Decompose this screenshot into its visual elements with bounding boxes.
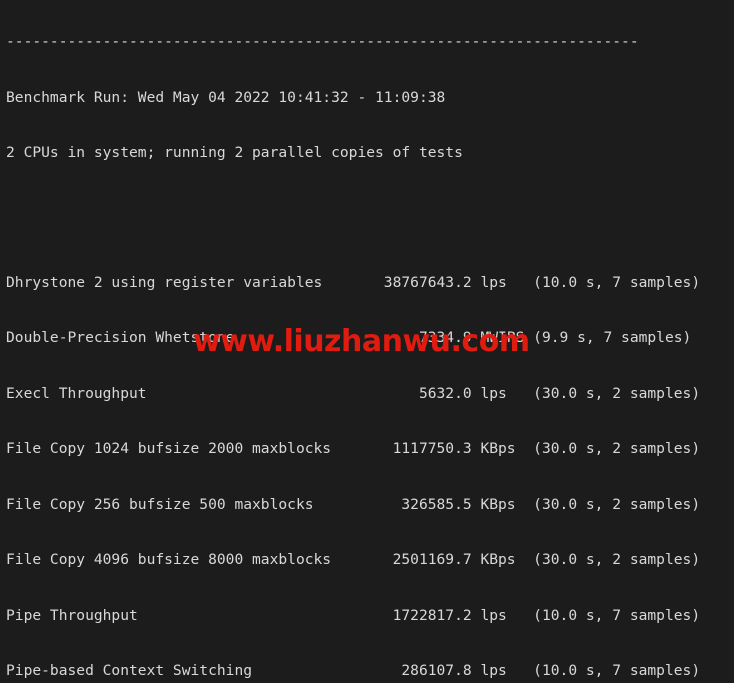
result-line-pipe-throughput: Pipe Throughput 1722817.2 lps (10.0 s, 7… <box>6 606 701 624</box>
result-line-context-switching: Pipe-based Context Switching 286107.8 lp… <box>6 662 701 679</box>
terminal-text-buffer: ----------------------------------------… <box>6 0 700 683</box>
result-line-filecopy-256: File Copy 256 bufsize 500 maxblocks 3265… <box>6 495 701 513</box>
benchmark-run-line: Benchmark Run: Wed May 04 2022 10:41:32 … <box>6 88 446 106</box>
cpu-count-line: 2 CPUs in system; running 2 parallel cop… <box>6 144 463 161</box>
result-line-dhrystone: Dhrystone 2 using register variables 387… <box>6 273 701 291</box>
top-rule-line: ----------------------------------------… <box>6 33 639 50</box>
result-line-filecopy-1024: File Copy 1024 bufsize 2000 maxblocks 11… <box>6 440 701 457</box>
result-line-filecopy-4096: File Copy 4096 bufsize 8000 maxblocks 25… <box>6 551 701 568</box>
blank-line-1 <box>6 200 700 219</box>
result-line-execl: Execl Throughput 5632.0 lps (30.0 s, 2 s… <box>6 384 701 402</box>
terminal-window[interactable]: ----------------------------------------… <box>0 0 734 683</box>
result-line-whetstone: Double-Precision Whetstone 7334.9 MWIPS … <box>6 329 692 346</box>
